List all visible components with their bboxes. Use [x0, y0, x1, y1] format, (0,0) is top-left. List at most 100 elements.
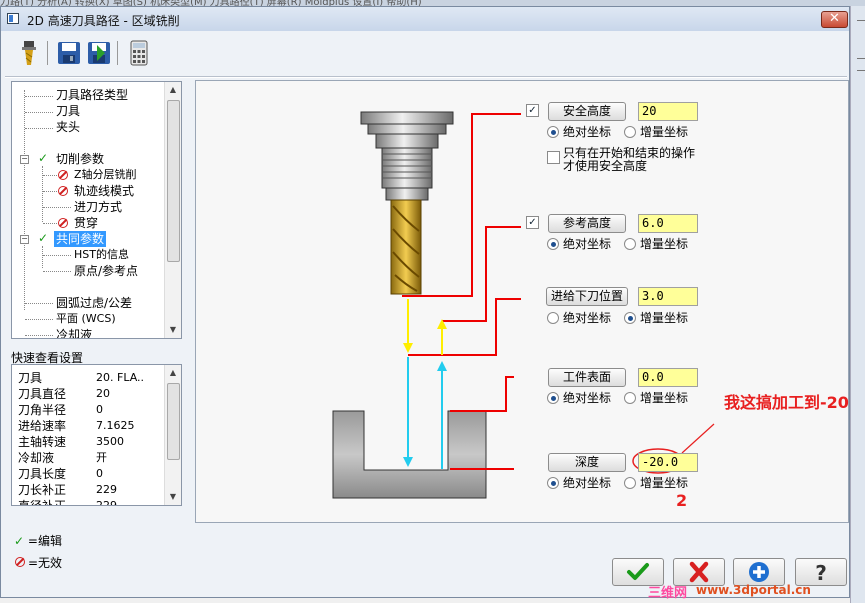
list-item: 刀角半径 0 — [18, 403, 103, 417]
check-icon: ✓ — [14, 534, 25, 548]
close-button[interactable]: ✕ — [821, 11, 848, 28]
add-button[interactable] — [733, 558, 785, 586]
scroll-up-icon[interactable]: ▲ — [165, 82, 181, 98]
depth-abs-radio[interactable] — [547, 477, 559, 489]
clearance-value[interactable]: 20 — [638, 102, 698, 121]
tool-body — [390, 199, 422, 295]
only-start-end-checkbox[interactable] — [547, 151, 560, 164]
clearance-inc-label: 增量坐标 — [640, 125, 689, 139]
tree-item-hst-info[interactable]: HST的信息 — [74, 247, 129, 263]
calculator-icon[interactable] — [125, 39, 153, 67]
list-item: 主轴转速 3500 — [18, 435, 124, 449]
invalid-icon — [58, 170, 68, 180]
annotation-pointer — [681, 423, 715, 454]
collapse-icon[interactable]: − — [20, 155, 29, 164]
clearance-button[interactable]: 安全高度 — [548, 102, 626, 121]
legend-edit-label: =编辑 — [27, 534, 62, 548]
toolbar-separator — [47, 41, 48, 65]
top-of-stock-abs-radio[interactable] — [547, 392, 559, 404]
retract-abs-radio[interactable] — [547, 238, 559, 250]
annotation-number: 2 — [676, 491, 688, 510]
svg-text:?: ? — [815, 561, 827, 585]
quickview-scrollbar[interactable]: ▲ ▼ — [164, 365, 181, 505]
tool-icon[interactable] — [15, 39, 43, 67]
top-of-stock-value[interactable]: 0.0 — [638, 368, 698, 387]
clearance-abs-radio[interactable] — [547, 126, 559, 138]
tree-item-cut-params[interactable]: 切削参数 — [56, 151, 104, 167]
feed-plane-button[interactable]: 进给下刀位置 — [546, 287, 628, 306]
clearance-checkbox[interactable]: ✓ — [526, 104, 539, 117]
invalid-icon — [15, 557, 25, 567]
retract-inc-radio[interactable] — [624, 238, 636, 250]
collapse-icon[interactable]: − — [20, 235, 29, 244]
load-icon[interactable] — [85, 39, 113, 67]
window-icon — [7, 13, 19, 24]
invalid-icon — [58, 186, 68, 196]
tree-item-linking-params[interactable]: 共同参数 — [54, 231, 107, 247]
scroll-up-icon[interactable]: ▲ — [165, 365, 181, 381]
tool-diagram — [332, 111, 715, 499]
scroll-down-icon[interactable]: ▼ — [165, 322, 181, 338]
tree-item-coolant[interactable]: 冷却液 — [56, 327, 92, 338]
top-of-stock-inc-radio[interactable] — [624, 392, 636, 404]
tree-item-break-through[interactable]: 贯穿 — [74, 215, 98, 231]
depth-button[interactable]: 深度 — [548, 453, 626, 472]
holder-top — [360, 111, 454, 125]
toolbar-divider — [5, 76, 847, 78]
list-item: 进给速率 7.1625 — [18, 419, 135, 433]
scroll-thumb[interactable] — [167, 100, 180, 262]
legend-invalid: =无效 — [14, 554, 62, 571]
depth-value[interactable]: -20.0 — [638, 453, 698, 472]
window-title: 2D 高速刀具路径 - 区域铣削 — [27, 14, 180, 28]
top-of-stock-abs-label: 绝对坐标 — [563, 391, 612, 405]
legend-edit: ✓ =编辑 — [14, 532, 62, 549]
feed-plane-value[interactable]: 3.0 — [638, 287, 698, 306]
tree-item-toolpath-type[interactable]: 刀具路径类型 — [56, 87, 128, 103]
quickview-list[interactable]: 刀具 20. FLA.. 刀具直径 20 刀角半径 0 进给速率 7.1625 主轴转速… — [11, 364, 182, 506]
list-item: 刀具直径 20 — [18, 387, 110, 401]
feed-plane-inc-radio[interactable] — [624, 312, 636, 324]
only-start-end-label-2: 才使用安全高度 — [563, 159, 648, 173]
check-icon: ✓ — [38, 231, 49, 245]
tree-item-entry[interactable]: 进刀方式 — [74, 199, 122, 215]
tree-item-trace-mode[interactable]: 轨迹线模式 — [74, 183, 134, 199]
tree-item-depth-cuts[interactable]: Z轴分层铣削 — [74, 167, 137, 183]
stock-part — [332, 410, 487, 499]
list-item: 刀具 20. FLA.. — [18, 371, 145, 385]
linking-params-panel: ✓ 安全高度 20 绝对坐标 增量坐标 只有在开始和结束的操作 才使用安全高度 … — [195, 80, 849, 523]
toolbar-separator — [117, 41, 118, 65]
retract-checkbox[interactable]: ✓ — [526, 216, 539, 229]
depth-inc-label: 增量坐标 — [640, 476, 689, 490]
depth-abs-label: 绝对坐标 — [563, 476, 612, 490]
tree-scrollbar[interactable]: ▲ ▼ — [164, 82, 181, 338]
retract-abs-label: 绝对坐标 — [563, 237, 612, 251]
list-item: 冷却液开 — [18, 451, 107, 465]
feed-plane-abs-label: 绝对坐标 — [563, 311, 612, 325]
scroll-thumb[interactable] — [167, 383, 180, 460]
retract-button[interactable]: 参考高度 — [548, 214, 626, 233]
tree-item-tool[interactable]: 刀具 — [56, 103, 80, 119]
top-of-stock-button[interactable]: 工件表面 — [548, 368, 626, 387]
only-start-end-label: 只有在开始和结束的操作 — [563, 146, 696, 160]
tree-item-home-point[interactable]: 原点/参考点 — [74, 263, 138, 279]
tree-item-plane-wcs[interactable]: 平面 (WCS) — [56, 311, 116, 327]
check-icon: ✓ — [38, 151, 49, 165]
top-of-stock-inc-label: 增量坐标 — [640, 391, 689, 405]
feed-plane-abs-radio[interactable] — [547, 312, 559, 324]
watermark-url: www.3dportal.cn — [696, 583, 811, 597]
list-item: 刀长补正 229 — [18, 483, 117, 497]
list-item: 直径补正 229 — [18, 499, 117, 506]
retract-value[interactable]: 6.0 — [638, 214, 698, 233]
help-button[interactable]: ? — [795, 558, 847, 586]
watermark-logo: 三维网 — [648, 586, 688, 601]
scroll-down-icon[interactable]: ▼ — [165, 489, 181, 505]
clearance-inc-radio[interactable] — [624, 126, 636, 138]
tree-item-arc-filter[interactable]: 圆弧过虑/公差 — [56, 295, 132, 311]
list-item: 刀具长度 0 — [18, 467, 103, 481]
background-app-edge — [850, 6, 865, 603]
annotation-note: 我这搞加工到-20 — [724, 393, 849, 412]
parameter-tree[interactable]: 刀具路径类型 刀具 夹头 − ✓ 切削参数 Z轴分层铣削 轨迹线模式 进刀方式 … — [11, 81, 182, 339]
save-icon[interactable] — [55, 39, 83, 67]
depth-inc-radio[interactable] — [624, 477, 636, 489]
tree-item-holder[interactable]: 夹头 — [56, 119, 80, 135]
